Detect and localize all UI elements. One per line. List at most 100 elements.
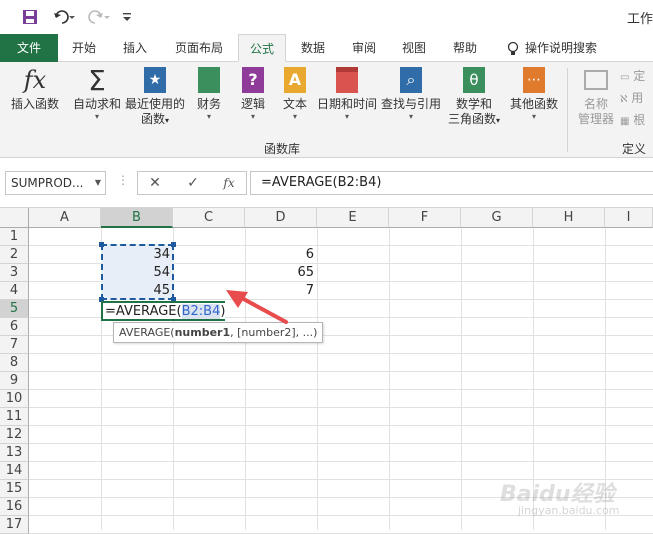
column-header-c[interactable]: C — [173, 208, 245, 228]
cell-b5-editing[interactable]: =AVERAGE(B2:B4) — [101, 301, 226, 321]
ribbon-separator — [567, 68, 568, 152]
row-header-17[interactable]: 17 — [0, 516, 29, 534]
row-header-9[interactable]: 9 — [0, 372, 29, 390]
formula-input[interactable]: =AVERAGE(B2:B4) — [250, 171, 653, 195]
cell-d3[interactable]: 65 — [245, 264, 317, 282]
tell-me-search[interactable]: 操作说明搜索 — [503, 34, 619, 62]
tab-page-layout[interactable]: 页面布局 — [167, 34, 231, 62]
column-header-f[interactable]: F — [389, 208, 461, 228]
logical-button[interactable]: ? 逻辑 ▾ — [236, 66, 270, 122]
more-functions-icon: ⋯ — [520, 66, 548, 94]
tab-formulas[interactable]: 公式 — [238, 34, 286, 62]
recently-used-button[interactable]: ★ 最近使用的 函数▾ — [124, 66, 186, 128]
row-header-7[interactable]: 7 — [0, 336, 29, 354]
function-library-group-label: 函数库 — [264, 142, 301, 156]
math-trig-button[interactable]: θ 数学和 三角函数▾ — [444, 66, 504, 128]
lookup-label: 查找与引用 — [380, 97, 441, 111]
name-manager-button[interactable]: 名称 管理器 — [574, 66, 618, 127]
column-gridline — [461, 228, 462, 530]
recent-label-2: 函数 — [140, 112, 165, 126]
lookup-icon: ⌕ — [397, 66, 425, 94]
watermark-url: jingyan.baidu.com — [518, 504, 620, 517]
save-icon[interactable] — [20, 6, 40, 28]
row-header-8[interactable]: 8 — [0, 354, 29, 372]
row-header-5[interactable]: 5 — [0, 300, 29, 318]
row-header-12[interactable]: 12 — [0, 426, 29, 444]
define-name-item[interactable]: ▭ 定 — [620, 66, 653, 88]
column-header-g[interactable]: G — [461, 208, 533, 228]
column-header-a[interactable]: A — [29, 208, 101, 228]
name-box[interactable]: SUMPROD... ▼ — [5, 171, 106, 195]
date-time-button[interactable]: 日期和时间 ▾ — [314, 66, 380, 122]
row-header-4[interactable]: 4 — [0, 282, 29, 300]
lightbulb-icon — [506, 34, 520, 62]
lookup-reference-button[interactable]: ⌕ 查找与引用 ▾ — [380, 66, 442, 122]
autosum-label: 自动求和 — [72, 97, 121, 111]
fx-icon: fx — [23, 65, 47, 94]
column-header-e[interactable]: E — [317, 208, 389, 228]
ribbon-formulas: fx 插入函数 Σ 自动求和 ▾ ★ 最近使用的 函数▾ 财务 ▾ ? 逻辑 ▾… — [0, 62, 653, 158]
use-in-formula-item-label: 用 — [631, 91, 644, 105]
create-from-selection-item[interactable]: ▦ 根 — [620, 110, 653, 132]
row-header-6[interactable]: 6 — [0, 318, 29, 336]
undo-icon[interactable] — [50, 6, 78, 28]
tab-data[interactable]: 数据 — [291, 34, 335, 62]
row-header-3[interactable]: 3 — [0, 264, 29, 282]
row-header-10[interactable]: 10 — [0, 390, 29, 408]
select-all-corner[interactable] — [0, 208, 29, 228]
cancel-icon[interactable]: ✕ — [146, 175, 164, 191]
tab-insert[interactable]: 插入 — [113, 34, 157, 62]
column-gridline — [389, 228, 390, 530]
insert-function-icon[interactable]: fx — [220, 176, 238, 190]
cell-b3[interactable]: 54 — [101, 264, 173, 282]
more-functions-button[interactable]: ⋯ 其他函数 ▾ — [506, 66, 562, 122]
chevron-down-icon[interactable]: ▼ — [95, 172, 101, 194]
name-manager-label-1: 名称 — [583, 97, 608, 111]
row-gridline — [29, 425, 653, 426]
row-header-14[interactable]: 14 — [0, 462, 29, 480]
define-name-items[interactable]: ▭ 定 ℵ 用 ▦ 根 — [620, 66, 653, 132]
row-gridline — [29, 389, 653, 390]
row-header-15[interactable]: 15 — [0, 480, 29, 498]
red-arrow-annotation — [226, 290, 288, 324]
tab-file[interactable]: 文件 — [0, 34, 58, 62]
tab-review[interactable]: 审阅 — [342, 34, 386, 62]
edit-function-text: =AVERAGE( — [105, 304, 182, 319]
drag-handle-icon[interactable]: ⋮ — [117, 173, 129, 187]
text-button[interactable]: A 文本 ▾ — [278, 66, 312, 122]
column-header-b[interactable]: B — [101, 208, 173, 228]
column-header-h[interactable]: H — [533, 208, 605, 228]
tab-help[interactable]: 帮助 — [443, 34, 487, 62]
define-name-item-label: 定 — [633, 69, 646, 83]
spreadsheet-grid: A B C D E F G H I 34 54 45 6 65 7 =AVERA… — [0, 208, 653, 534]
use-in-formula-item[interactable]: ℵ 用 — [620, 88, 653, 110]
calendar-icon — [333, 66, 361, 94]
financial-button[interactable]: 财务 ▾ — [192, 66, 226, 122]
column-header-d[interactable]: D — [245, 208, 317, 228]
ribbon-tabs: 文件 开始 插入 页面布局 公式 数据 审阅 视图 帮助 操作说明搜索 — [0, 34, 653, 62]
row-header-1[interactable]: 1 — [0, 228, 29, 246]
customize-icon[interactable] — [120, 6, 134, 28]
row-gridline — [29, 461, 653, 462]
row-header-11[interactable]: 11 — [0, 408, 29, 426]
window-title: 工作 — [626, 12, 653, 27]
tab-view[interactable]: 视图 — [392, 34, 436, 62]
logical-label: 逻辑 — [240, 97, 265, 111]
autosum-button[interactable]: Σ 自动求和 ▾ — [70, 66, 124, 122]
redo-icon[interactable] — [85, 6, 113, 28]
row-header-16[interactable]: 16 — [0, 498, 29, 516]
sigma-icon: Σ — [88, 63, 106, 97]
enter-icon[interactable]: ✓ — [184, 175, 202, 191]
column-header-i[interactable]: I — [605, 208, 653, 228]
text-label: 文本 — [282, 97, 307, 111]
more-functions-label: 其他函数 — [509, 97, 558, 111]
row-header-13[interactable]: 13 — [0, 444, 29, 462]
row-gridline — [29, 371, 653, 372]
cell-b4[interactable]: 45 — [101, 282, 173, 300]
date-time-label: 日期和时间 — [316, 97, 377, 111]
insert-function-button[interactable]: fx 插入函数 — [6, 66, 64, 112]
cell-d2[interactable]: 6 — [245, 246, 317, 264]
row-header-2[interactable]: 2 — [0, 246, 29, 264]
tab-home[interactable]: 开始 — [62, 34, 106, 62]
cell-b2[interactable]: 34 — [101, 246, 173, 264]
